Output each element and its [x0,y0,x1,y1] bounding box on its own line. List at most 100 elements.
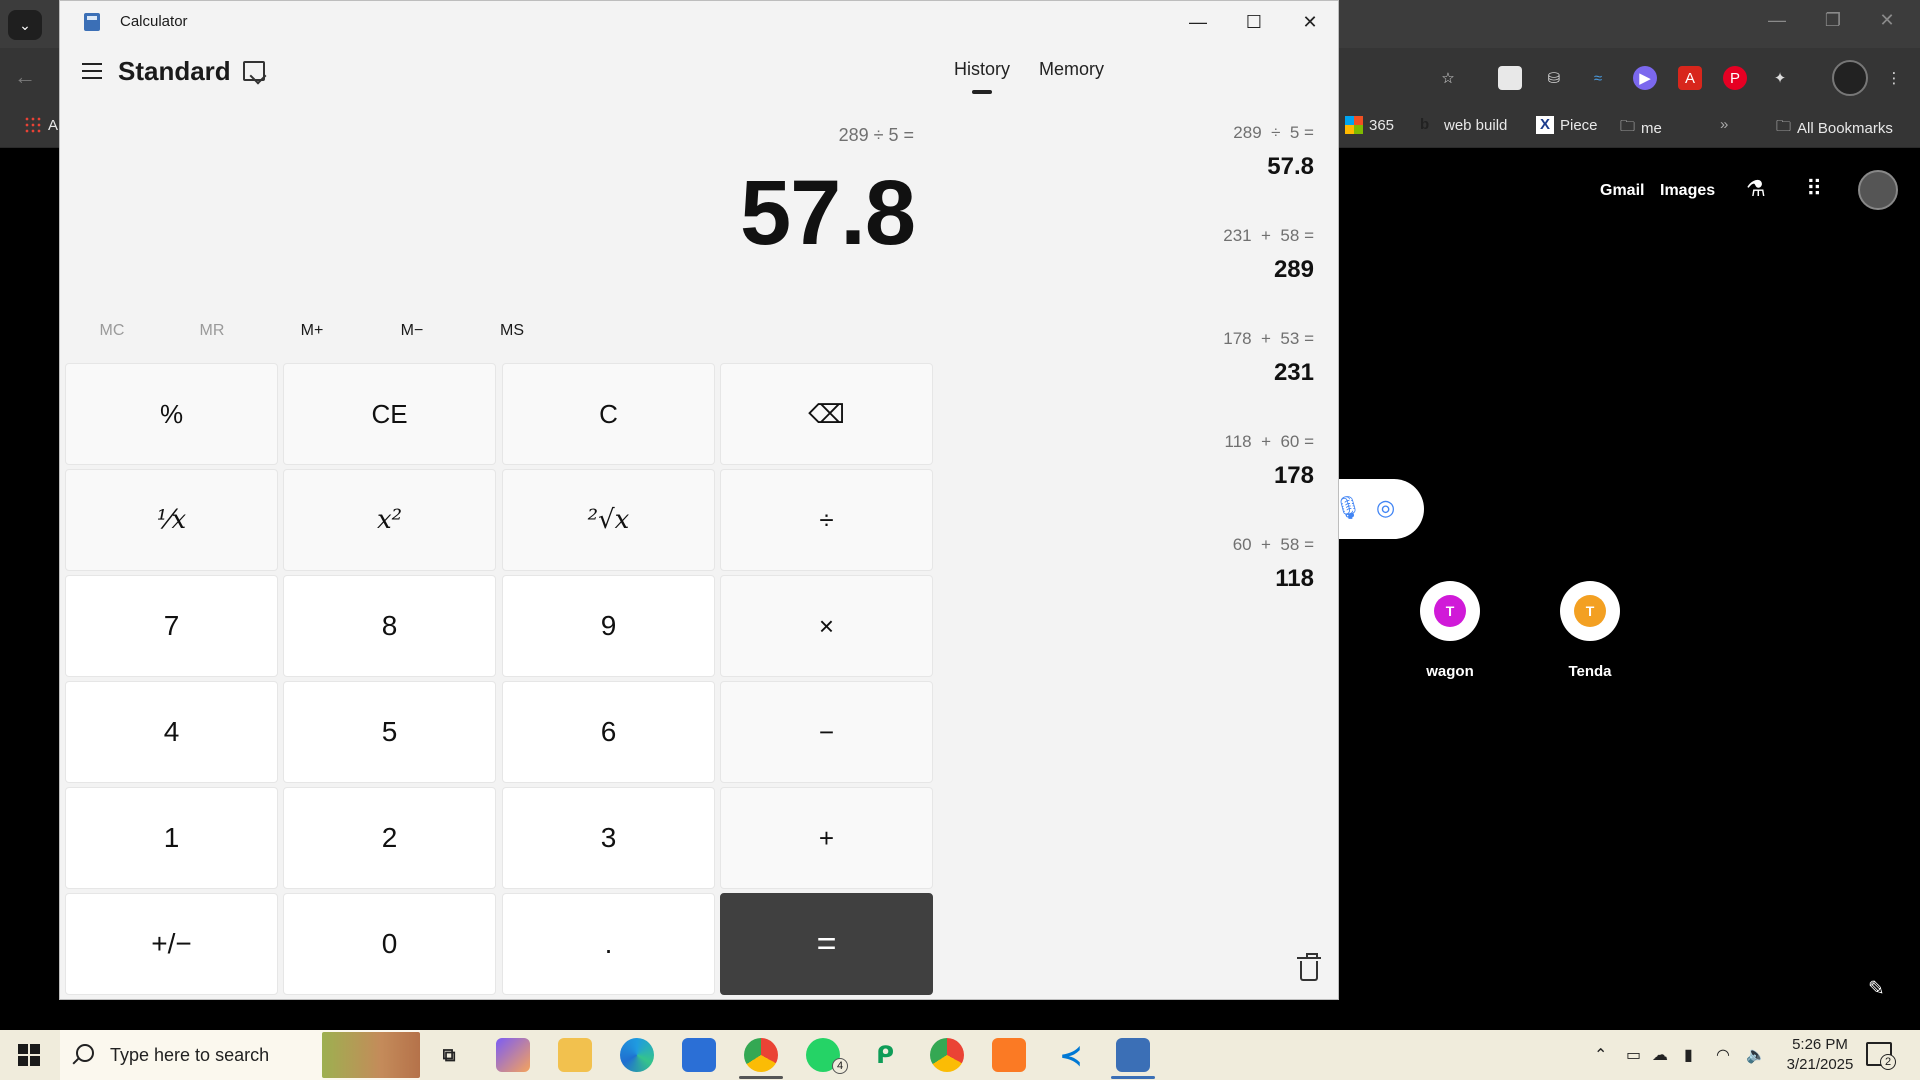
tray-overflow-icon[interactable]: ⌃ [1594,1045,1607,1065]
bookmark-piece[interactable]: X Piece [1536,116,1598,134]
xampp-icon[interactable] [992,1038,1026,1072]
shortcut-tenda[interactable]: T [1560,581,1620,641]
browser-close-button[interactable]: ✕ [1872,10,1902,31]
browser-minimize-button[interactable]: — [1762,10,1792,31]
memory-add-button[interactable]: M+ [262,311,362,351]
negate-button[interactable]: +/− [65,893,278,995]
google-lens-icon[interactable]: ◎ [1376,495,1395,521]
all-bookmarks-button[interactable]: 🗀 All Bookmarks [1776,116,1893,141]
google-apps-icon[interactable]: ⠿ [1806,176,1822,202]
volume-muted-icon[interactable]: 🔈 [1746,1045,1766,1065]
meet-icon[interactable]: ▭ [1626,1045,1641,1065]
pinterest-icon[interactable]: P [1723,66,1747,90]
browser-menu-icon[interactable]: ⋮ [1882,66,1906,90]
onedrive-icon[interactable]: ☁ [1652,1045,1668,1065]
bookmark-apps[interactable]: A [24,116,58,134]
memory-subtract-button[interactable]: M− [362,311,462,351]
seven-button[interactable]: 7 [65,575,278,677]
reciprocal-button[interactable]: ⅟x [65,469,278,571]
history-item[interactable]: 231 + 58 = 289 [1094,226,1314,284]
gmail-link[interactable]: Gmail [1600,182,1644,200]
history-item[interactable]: 289 ÷ 5 = 57.8 [1094,123,1314,181]
clear-button[interactable]: C [502,363,715,465]
microsoft-store-icon[interactable] [682,1038,716,1072]
bookmark-star-icon[interactable]: ☆ [1436,66,1460,90]
copilot-icon[interactable] [496,1038,530,1072]
bookmark-web-build[interactable]: b web build [1420,116,1507,134]
history-expression: 231 + 58 = [1223,226,1314,245]
maximize-button[interactable]: ☐ [1226,5,1282,39]
clear-entry-button[interactable]: CE [283,363,496,465]
pdf-extension-icon[interactable]: A [1678,66,1702,90]
task-view-icon[interactable]: ⧉ [432,1038,466,1072]
zero-button[interactable]: 0 [283,893,496,995]
history-expression: 289 ÷ 5 = [1233,123,1314,142]
percent-button[interactable]: % [65,363,278,465]
divide-button[interactable]: ÷ [720,469,933,571]
memory-clear-button[interactable]: MC [62,311,162,351]
history-item[interactable]: 118 + 60 = 178 [1094,432,1314,490]
customize-pencil-icon[interactable]: ✎ [1868,976,1885,1001]
history-result: 118 [1275,565,1314,592]
equals-button[interactable]: = [720,893,933,995]
eight-button[interactable]: 8 [283,575,496,677]
bookmark-me[interactable]: 🗀 me [1620,116,1662,141]
reading-list-icon[interactable] [1498,66,1522,90]
vscode-icon[interactable]: ≺ [1054,1038,1088,1072]
extension-icon[interactable]: ⛁ [1542,66,1566,90]
minus-button[interactable]: − [720,681,933,783]
memory-recall-button[interactable]: MR [162,311,262,351]
tab-search-button[interactable]: ⌄ [8,10,42,40]
bookmarks-overflow[interactable]: » [1720,116,1728,133]
edge-icon[interactable] [620,1038,654,1072]
chrome-profile-icon[interactable] [930,1038,964,1072]
chrome-icon[interactable] [744,1038,778,1072]
square-button[interactable]: x² [283,469,496,571]
extension-play-icon[interactable]: ▶ [1633,66,1657,90]
expression-display: 289 ÷ 5 = [838,125,914,145]
file-explorer-icon[interactable] [558,1038,592,1072]
two-button[interactable]: 2 [283,787,496,889]
browser-restore-button[interactable]: ❐ [1818,10,1848,31]
memory-store-button[interactable]: MS [462,311,562,351]
keep-on-top-icon[interactable] [243,61,265,81]
navigation-menu-icon[interactable] [80,61,104,81]
search-icon [76,1044,94,1062]
back-arrow-icon[interactable]: ← [14,64,36,90]
x-logo-icon: X [1536,116,1554,134]
puzzle-icon[interactable]: ✦ [1768,66,1792,90]
taskbar-clock[interactable]: 5:26 PM 3/21/2025 [1780,1035,1860,1075]
google-account-avatar[interactable] [1858,170,1898,210]
wifi-icon[interactable]: ◠ [1716,1045,1730,1065]
labs-flask-icon[interactable]: ⚗ [1746,176,1766,202]
backspace-button[interactable]: ⌫ [720,363,933,465]
teal-p-app-icon[interactable]: ᑭ [868,1038,902,1072]
battery-icon[interactable]: ▮ [1684,1045,1693,1065]
shortcut-wagon[interactable]: T [1420,581,1480,641]
tab-history[interactable]: History [954,59,1010,80]
calculator-taskbar-icon[interactable] [1116,1038,1150,1072]
extension-wave-icon[interactable]: ≈ [1586,66,1610,90]
five-button[interactable]: 5 [283,681,496,783]
profile-avatar-icon[interactable] [1832,60,1868,96]
six-button[interactable]: 6 [502,681,715,783]
history-expression: 178 + 53 = [1223,329,1314,348]
calculator-titlebar[interactable]: Calculator — ☐ ✕ [60,1,1340,43]
bookmark-365[interactable]: 365 [1345,116,1394,134]
decimal-button[interactable]: . [502,893,715,995]
three-button[interactable]: 3 [502,787,715,889]
four-button[interactable]: 4 [65,681,278,783]
history-item[interactable]: 60 + 58 = 118 [1094,535,1314,593]
plus-button[interactable]: + [720,787,933,889]
windows-start-icon[interactable] [18,1044,40,1066]
images-link[interactable]: Images [1660,182,1715,200]
minimize-button[interactable]: — [1170,5,1226,39]
close-button[interactable]: ✕ [1282,5,1338,39]
history-item[interactable]: 178 + 53 = 231 [1094,329,1314,387]
tab-memory[interactable]: Memory [1039,59,1104,80]
clear-history-trash-icon[interactable] [1297,953,1321,981]
one-button[interactable]: 1 [65,787,278,889]
multiply-button[interactable]: × [720,575,933,677]
nine-button[interactable]: 9 [502,575,715,677]
square-root-button[interactable]: ²√x [502,469,715,571]
